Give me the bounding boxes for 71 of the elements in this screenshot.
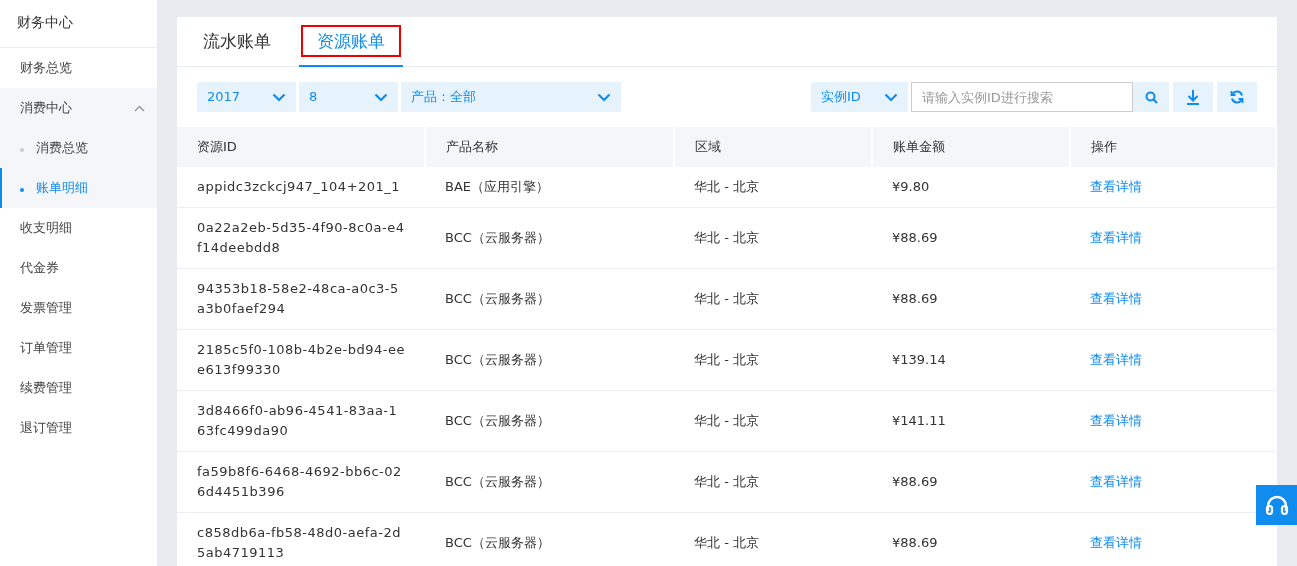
details-link[interactable]: 查看详情	[1090, 178, 1142, 194]
chevron-up-icon	[134, 105, 145, 112]
tab[interactable]: 流水账单	[197, 17, 277, 67]
details-link[interactable]: 查看详情	[1090, 229, 1142, 245]
chevron-down-icon	[272, 92, 286, 102]
chevron-down-icon	[374, 92, 388, 102]
download-icon	[1186, 89, 1200, 105]
table-cell-text: 3d8466f0-ab96-4541-83aa-163fc499da90	[197, 401, 399, 440]
table-cell-text: 0a22a2eb-5d35-4f90-8c0a-e4f14deebdd8	[197, 218, 405, 257]
column-header: 产品名称	[425, 127, 674, 167]
dropdown[interactable]: 产品：全部	[401, 82, 621, 112]
sidebar-item[interactable]: 续费管理	[0, 368, 157, 408]
table-cell: 华北 - 北京	[694, 473, 759, 489]
chevron-down-icon	[884, 92, 898, 102]
table-cell-text: c858db6a-fb58-48d0-aefa-2d5ab4719113	[197, 523, 402, 562]
column-header: 账单金额	[872, 127, 1070, 167]
table-cell: 华北 - 北京	[694, 351, 759, 367]
table-cell-text: appidc3zckcj947_104+201_1	[197, 177, 401, 196]
table-cell: 华北 - 北京	[694, 412, 759, 428]
details-link[interactable]: 查看详情	[1090, 412, 1142, 428]
details-link[interactable]: 查看详情	[1090, 473, 1142, 489]
details-link[interactable]: 查看详情	[1090, 534, 1142, 550]
table-cell: BAE（应用引擎）	[445, 178, 550, 194]
table-cell: ¥139.14	[892, 351, 946, 367]
column-header: 资源ID	[177, 127, 425, 167]
table-cell: ¥88.69	[892, 229, 938, 245]
column-header: 区域	[674, 127, 872, 167]
table-cell: BCC（云服务器）	[445, 473, 550, 489]
table-cell: ¥9.80	[892, 178, 930, 194]
table-cell: BCC（云服务器）	[445, 412, 550, 428]
table-cell: BCC（云服务器）	[445, 534, 550, 550]
sidebar-item[interactable]: 代金券	[0, 248, 157, 288]
refresh-button[interactable]	[1217, 82, 1257, 112]
table-cell: ¥88.69	[892, 473, 938, 489]
table-cell-text: fa59b8f6-6468-4692-bb6c-026d4451b396	[197, 462, 403, 501]
tab[interactable]: 资源账单	[299, 17, 403, 67]
table-cell: 华北 - 北京	[694, 229, 759, 245]
sidebar-item[interactable]: 订单管理	[0, 328, 157, 368]
headset-icon	[1264, 495, 1289, 515]
dropdown[interactable]: 8	[299, 82, 398, 112]
table-cell: 华北 - 北京	[694, 178, 759, 194]
sidebar-item[interactable]: 收支明细	[0, 208, 157, 248]
table-cell: BCC（云服务器）	[445, 229, 550, 245]
column-header: 操作	[1070, 127, 1276, 167]
table-cell: BCC（云服务器）	[445, 351, 550, 367]
table-cell: 华北 - 北京	[694, 290, 759, 306]
sidebar-item[interactable]: 发票管理	[0, 288, 157, 328]
table-cell: 华北 - 北京	[694, 534, 759, 550]
chevron-down-icon	[597, 92, 611, 102]
sidebar-item[interactable]: 退订管理	[0, 408, 157, 448]
table-cell: ¥88.69	[892, 534, 938, 550]
dropdown[interactable]: 2017	[197, 82, 296, 112]
headset-button[interactable]	[1256, 485, 1297, 525]
table-cell-text: 2185c5f0-108b-4b2e-bd94-eee613f99330	[197, 340, 405, 379]
search-field[interactable]: 请输入实例ID进行搜索	[911, 82, 1133, 112]
sidebar-item[interactable]: 消费中心	[0, 88, 157, 128]
details-link[interactable]: 查看详情	[1090, 351, 1142, 367]
sidebar-item[interactable]: 财务总览	[0, 48, 157, 88]
details-link[interactable]: 查看详情	[1090, 290, 1142, 306]
search-icon	[1144, 90, 1158, 104]
table-cell: ¥141.11	[892, 412, 946, 428]
table-cell-text: 94353b18-58e2-48ca-a0c3-5a3b0faef294	[197, 279, 400, 318]
search-type-dropdown[interactable]: 实例ID	[811, 82, 908, 112]
download-button[interactable]	[1173, 82, 1213, 112]
table-cell: ¥88.69	[892, 290, 938, 306]
sidebar-subitem[interactable]: 账单明细	[0, 168, 157, 208]
sidebar-subitem[interactable]: 消费总览	[0, 128, 157, 168]
search-button[interactable]	[1133, 82, 1169, 112]
sidebar-title: 财务中心	[0, 0, 157, 48]
table-cell: BCC（云服务器）	[445, 290, 550, 306]
refresh-icon	[1230, 90, 1244, 104]
